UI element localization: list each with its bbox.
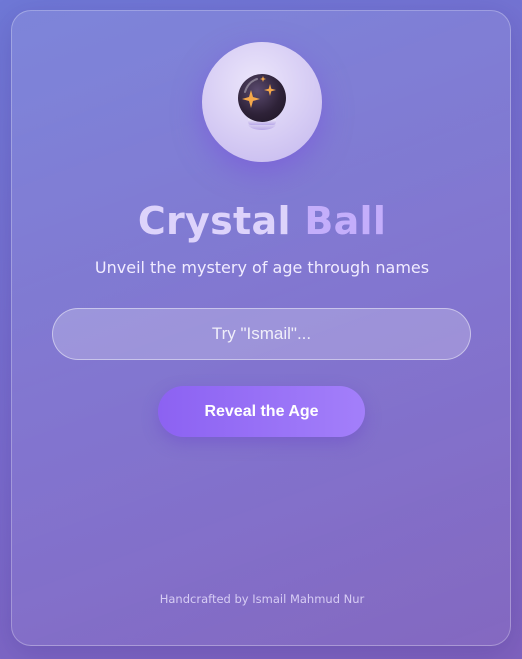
reveal-age-button[interactable]: Reveal the Age	[158, 386, 365, 437]
main-card: Crystal Ball Unveil the mystery of age t…	[11, 10, 511, 646]
page-title: Crystal Ball	[12, 198, 512, 244]
crystal-ball-badge	[202, 42, 322, 162]
subtitle: Unveil the mystery of age through names	[94, 258, 430, 277]
crystal-ball-icon	[238, 74, 286, 130]
name-input[interactable]	[52, 308, 471, 360]
title-word-ball: Ball	[304, 199, 387, 243]
title-word-crystal: Crystal	[137, 199, 291, 243]
footer-credit: Handcrafted by Ismail Mahmud Nur	[159, 592, 365, 606]
